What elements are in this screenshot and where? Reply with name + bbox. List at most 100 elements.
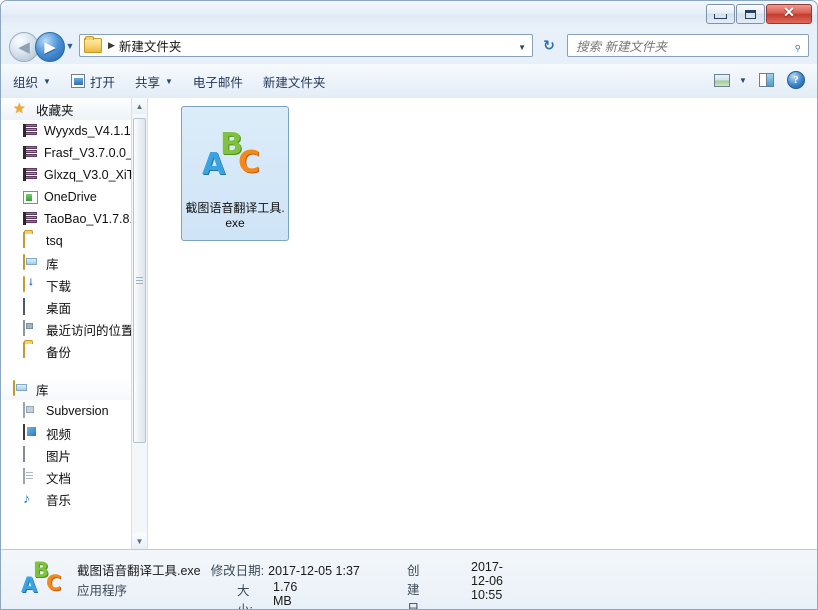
sidebar-item-label: Glxzq_V3.0_XiTo	[44, 168, 140, 182]
file-item[interactable]: A B C 截图语音翻译工具.exe	[181, 106, 289, 241]
details-created-value: 2017-12-06 10:55	[471, 560, 503, 602]
recent-places-icon	[23, 320, 25, 336]
scroll-up-button[interactable]: ▲	[132, 98, 147, 114]
sidebar-item-wyyxds[interactable]: Wyyxds_V4.1.1.	[1, 120, 147, 142]
sidebar-item-tsq[interactable]: tsq	[1, 230, 147, 252]
file-list-pane[interactable]: A B C 截图语音翻译工具.exe	[148, 98, 817, 549]
sidebar-item-label: 音乐	[46, 493, 72, 508]
scroll-down-button[interactable]: ▼	[132, 533, 147, 549]
sidebar-item-backup[interactable]: 备份	[1, 340, 147, 362]
address-input[interactable]: ▶ 新建文件夹 ▼	[79, 34, 533, 57]
help-icon: ?	[787, 71, 805, 89]
search-icon: ⌕	[789, 38, 805, 55]
library-icon	[13, 380, 15, 396]
sidebar-item-subversion[interactable]: Subversion	[1, 400, 147, 422]
sidebar-item-label: Subversion	[46, 404, 109, 418]
sidebar-item-desktop[interactable]: 桌面	[1, 296, 147, 318]
refresh-button[interactable]: ↻	[537, 34, 561, 57]
sidebar-item-glxzq[interactable]: Glxzq_V3.0_XiTo	[1, 164, 147, 186]
sidebar-item-label: Frasf_V3.7.0.0_X	[44, 146, 142, 160]
navigation-list: ★ 收藏夹 Wyyxds_V4.1.1. Frasf_V3.7.0.0_X Gl…	[1, 98, 147, 549]
sidebar-item-downloads[interactable]: 下载	[1, 274, 147, 296]
sidebar-item-label: 图片	[46, 449, 72, 464]
minimize-icon	[714, 14, 727, 19]
scrollbar-grip-icon	[136, 277, 143, 284]
maximize-button[interactable]	[736, 4, 765, 24]
details-modified-value: 2017-12-05 1:37	[268, 564, 360, 578]
toolbar-item-email[interactable]: 电子邮件	[185, 69, 251, 93]
star-icon: ★	[13, 100, 26, 116]
winrar-archive-icon	[23, 124, 38, 138]
search-box[interactable]: 搜索 新建文件夹 ⌕	[567, 34, 809, 57]
scrollbar-thumb[interactable]	[133, 118, 146, 443]
sidebar-section-favorites[interactable]: ★ 收藏夹	[1, 98, 147, 120]
desktop-icon	[23, 298, 25, 315]
documents-icon	[23, 468, 25, 484]
breadcrumb-current-folder: 新建文件夹	[118, 40, 182, 54]
window-controls: ✕	[705, 4, 812, 24]
sidebar-item-recent-places[interactable]: 最近访问的位置	[1, 318, 147, 340]
winrar-archive-icon	[23, 212, 38, 226]
library-icon	[23, 254, 25, 270]
change-view-button[interactable]	[709, 68, 735, 92]
picture-icon	[23, 446, 25, 462]
toolbar-label: 打开	[89, 75, 115, 90]
sidebar-item-frasf[interactable]: Frasf_V3.7.0.0_X	[1, 142, 147, 164]
toolbar-item-open[interactable]: 打开	[63, 69, 123, 93]
abc-app-icon: A B C	[21, 560, 67, 598]
sidebar-item-taobao[interactable]: TaoBao_V1.7.8.	[1, 208, 147, 230]
maximize-icon	[745, 9, 756, 19]
command-toolbar: 组织 ▼ 打开 共享 ▼ 电子邮件 新建文件夹 ▼ ?	[1, 64, 817, 99]
title-bar: ✕	[1, 1, 817, 28]
details-file-icon: A B C	[21, 560, 65, 600]
sidebar-item-videos[interactable]: 视频	[1, 422, 147, 444]
chevron-down-icon: ▼	[43, 76, 51, 86]
sidebar-item-libraries[interactable]: 库	[1, 252, 147, 274]
sidebar-section-label: 库	[36, 383, 49, 398]
toolbar-item-organize[interactable]: 组织 ▼	[5, 69, 59, 93]
details-size-value: 1.76 MB	[273, 580, 298, 608]
toolbar-label: 新建文件夹	[262, 75, 326, 90]
body-area: ★ 收藏夹 Wyyxds_V4.1.1. Frasf_V3.7.0.0_X Gl…	[1, 98, 817, 549]
winrar-archive-icon	[23, 168, 38, 182]
minimize-button[interactable]	[706, 4, 735, 24]
recent-pages-button[interactable]: ▼	[65, 41, 75, 51]
explorer-window: ✕ ◀ ▶ ▼ ▶ 新建文件夹 ▼ ↻ 搜索 新建文件夹 ⌕ 组织 ▼ 打开 共…	[0, 0, 818, 610]
address-dropdown-icon[interactable]: ▼	[518, 43, 526, 52]
details-file-type: 应用程序	[77, 584, 128, 598]
toolbar-item-new-folder[interactable]: 新建文件夹	[255, 69, 334, 93]
close-icon: ✕	[783, 6, 795, 21]
close-button[interactable]: ✕	[766, 4, 812, 24]
sidebar-item-label: tsq	[46, 234, 63, 248]
navigation-scrollbar[interactable]: ▲ ▼	[131, 98, 147, 549]
help-button[interactable]: ?	[781, 68, 811, 92]
file-icon-container: A B C	[192, 113, 278, 199]
sidebar-item-label: 文档	[46, 471, 72, 486]
sidebar-item-label: OneDrive	[44, 190, 97, 204]
music-icon: ♪	[23, 490, 30, 506]
sidebar-item-label: TaoBao_V1.7.8.	[44, 212, 133, 226]
file-name-label: 截图语音翻译工具.exe	[185, 201, 285, 230]
change-view-dropdown[interactable]: ▼	[735, 68, 751, 92]
breadcrumb-separator-icon: ▶	[108, 40, 115, 50]
preview-pane-button[interactable]	[751, 68, 781, 92]
sidebar-item-label: Wyyxds_V4.1.1.	[44, 124, 135, 138]
toolbar-label: 共享	[134, 75, 160, 90]
toolbar-right-group: ▼ ?	[709, 68, 811, 92]
details-created-label: 创建日期:	[407, 564, 420, 610]
sidebar-item-pictures[interactable]: 图片	[1, 444, 147, 466]
sidebar-item-label: 最近访问的位置	[46, 323, 134, 338]
sidebar-section-label: 收藏夹	[36, 103, 74, 118]
sidebar-item-label: 库	[46, 257, 59, 272]
sidebar-item-onedrive[interactable]: OneDrive	[1, 186, 147, 208]
video-icon	[23, 424, 25, 440]
chevron-down-icon: ▼	[135, 536, 144, 546]
download-icon	[23, 276, 25, 292]
back-arrow-icon: ◀	[18, 37, 30, 56]
chevron-down-icon: ▼	[65, 41, 75, 51]
toolbar-item-share[interactable]: 共享 ▼	[127, 69, 181, 93]
sidebar-item-music[interactable]: ♪ 音乐	[1, 488, 147, 510]
forward-button[interactable]: ▶	[35, 32, 65, 62]
sidebar-item-documents[interactable]: 文档	[1, 466, 147, 488]
sidebar-section-libraries[interactable]: 库	[1, 378, 147, 400]
